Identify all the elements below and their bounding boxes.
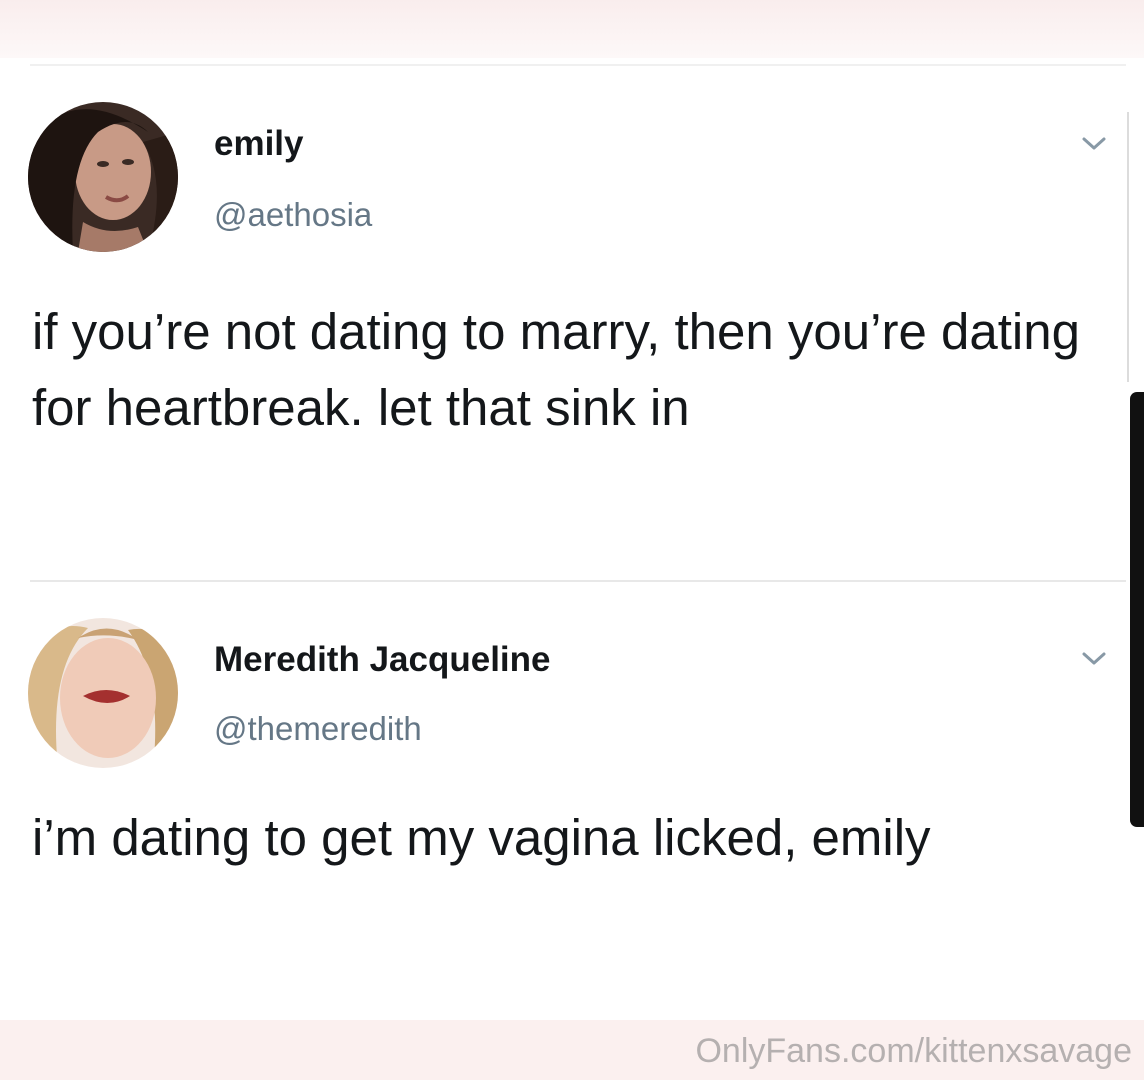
avatar-photo (28, 618, 178, 768)
tweet-text: if you’re not dating to marry, then you’… (32, 303, 1080, 436)
chevron-down-icon[interactable] (1080, 649, 1108, 669)
display-name[interactable]: emily (214, 124, 304, 164)
avatar[interactable] (28, 102, 178, 252)
scrollbar-track[interactable] (1127, 112, 1129, 382)
watermark: OnlyFans.com/kittenxsavage (695, 1032, 1132, 1070)
top-margin (0, 0, 1144, 58)
divider (30, 64, 1126, 66)
display-name[interactable]: Meredith Jacqueline (214, 640, 550, 680)
chevron-down-icon[interactable] (1080, 134, 1108, 154)
tweet-text: i’m dating to get my vagina licked, emil… (32, 809, 931, 866)
avatar-photo (28, 102, 178, 252)
avatar[interactable] (28, 618, 178, 768)
scrollbar-thumb[interactable] (1130, 392, 1144, 827)
username-handle[interactable]: @themeredith (214, 710, 422, 748)
divider (30, 580, 1126, 582)
username-handle[interactable]: @aethosia (214, 196, 372, 234)
tweet-card: emily @aethosia if you’re not dating to … (0, 58, 1144, 1020)
